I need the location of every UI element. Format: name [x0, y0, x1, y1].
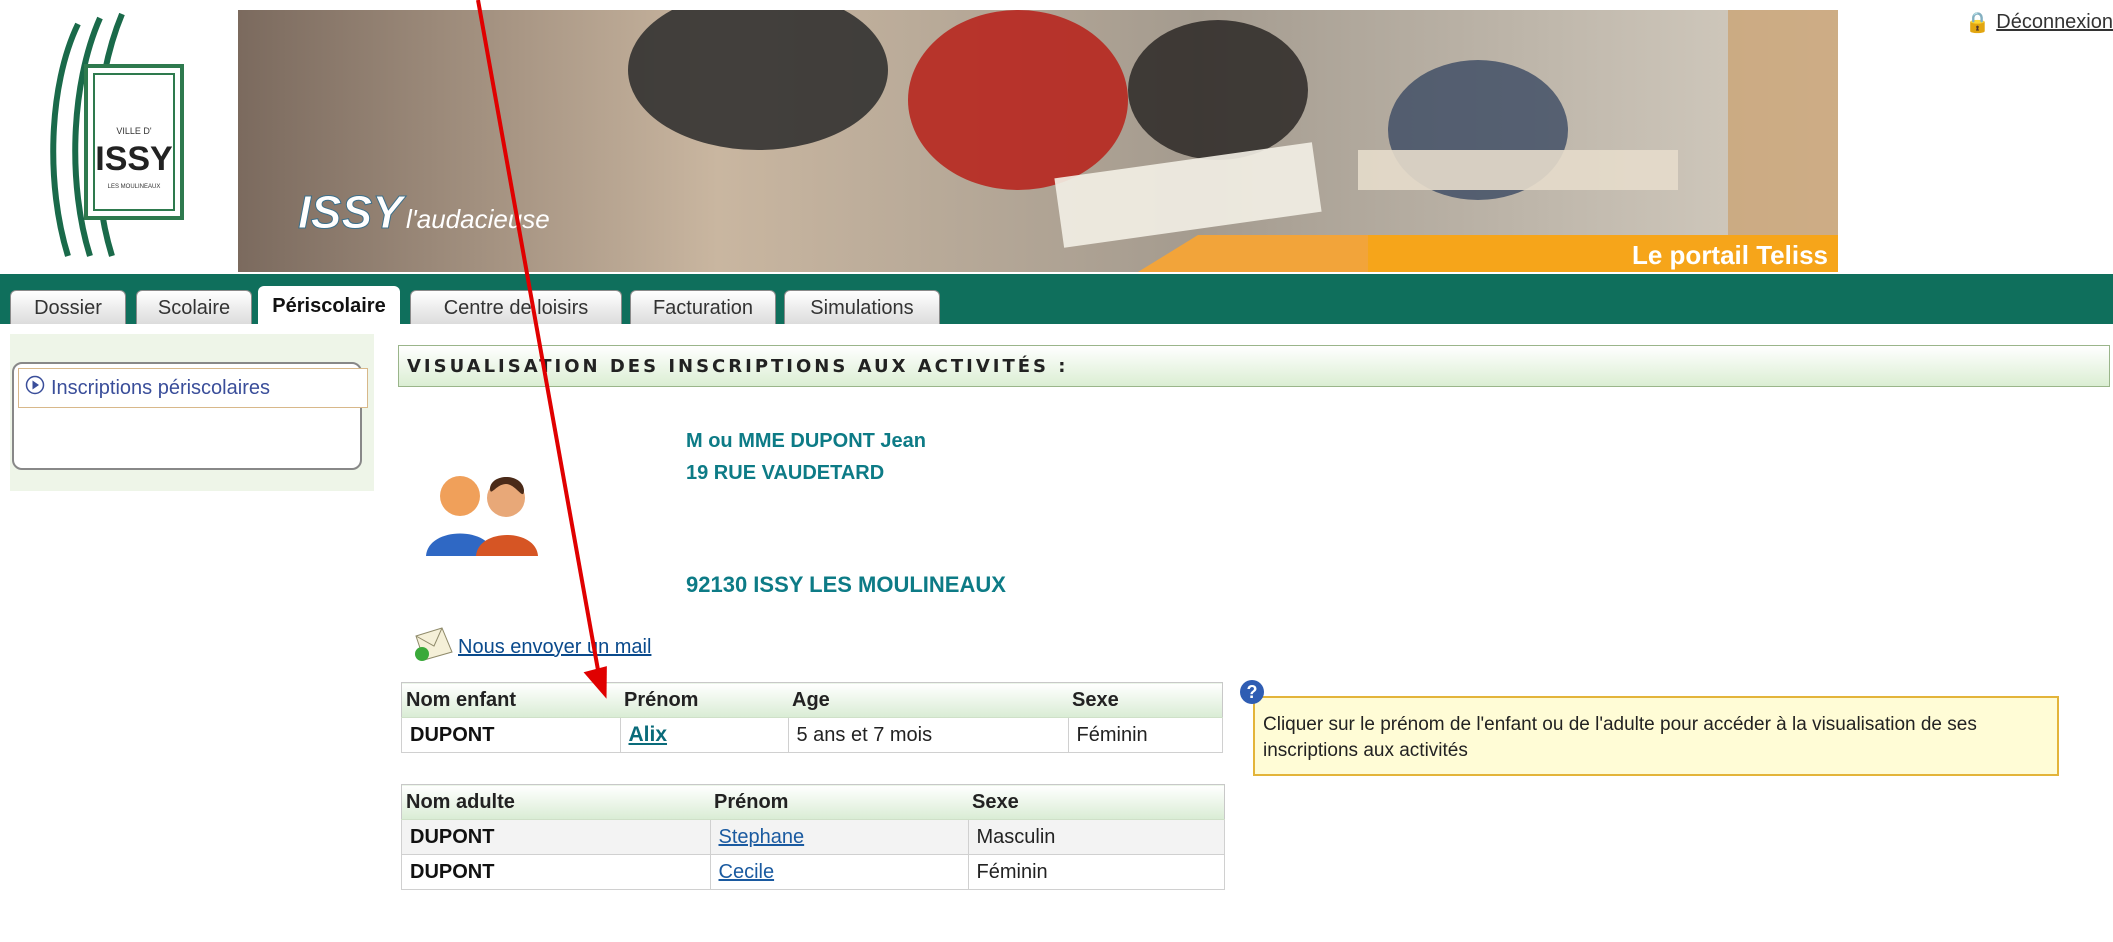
sidebar-item-inscriptions-periscolaires[interactable]: Inscriptions périscolaires: [18, 368, 368, 408]
users-icon: [420, 468, 550, 558]
col-prenom-adulte: Prénom: [710, 784, 968, 820]
help-icon[interactable]: ?: [1240, 680, 1264, 704]
slogan-text: l'audacieuse: [406, 204, 550, 234]
envelope-icon: [412, 626, 454, 668]
adults-table-header: Nom adulte Prénom Sexe: [401, 784, 1225, 820]
adult-sexe: Masculin: [967, 819, 1225, 855]
adult-nom: DUPONT: [401, 819, 711, 855]
logo-sub-text: LES MOULINEAUX: [108, 184, 161, 190]
col-nom-enfant: Nom enfant: [401, 682, 620, 718]
play-circle-icon: [25, 375, 45, 401]
parent-name: M ou MME DUPONT Jean: [686, 430, 927, 452]
table-row: DUPONT Cecile Féminin: [401, 854, 1225, 890]
header-banner: Le portail Teliss ISSY l'audacieuse: [238, 10, 1838, 272]
children-table-header: Nom enfant Prénom Age Sexe: [401, 682, 1223, 718]
address-line-1: 19 RUE VAUDETARD: [686, 462, 885, 484]
lock-icon: 🔒: [1965, 12, 1991, 34]
col-prenom: Prénom: [620, 682, 788, 718]
adult-prenom-link[interactable]: Cecile: [719, 861, 775, 883]
logo-small-text: VILLE D': [116, 126, 152, 136]
adult-sexe: Féminin: [967, 854, 1225, 890]
slogan-brand: ISSY: [298, 186, 407, 238]
city-logo: VILLE D' ISSY LES MOULINEAUX: [38, 6, 238, 268]
tab-periscolaire[interactable]: Périscolaire: [258, 286, 400, 326]
col-age: Age: [788, 682, 1068, 718]
help-tooltip: Cliquer sur le prénom de l'enfant ou de …: [1253, 696, 2059, 776]
child-prenom-link[interactable]: Alix: [629, 723, 668, 746]
page-title: VISUALISATION DES INSCRIPTIONS AUX ACTIV…: [407, 355, 1069, 377]
col-nom-adulte: Nom adulte: [401, 784, 710, 820]
child-nom: DUPONT: [401, 717, 621, 753]
help-text: Cliquer sur le prénom de l'enfant ou de …: [1263, 714, 1977, 761]
child-age: 5 ans et 7 mois: [787, 717, 1069, 753]
adult-nom: DUPONT: [401, 854, 711, 890]
logout-link[interactable]: 🔒 Déconnexion: [1965, 10, 2113, 35]
tab-scolaire[interactable]: Scolaire: [136, 290, 252, 324]
address-line-2: 92130 ISSY LES MOULINEAUX: [686, 572, 1006, 597]
adults-table: Nom adulte Prénom Sexe DUPONT Stephane M…: [401, 784, 1225, 890]
send-mail-link[interactable]: Nous envoyer un mail: [412, 626, 651, 668]
portal-title: Le portail Teliss: [1632, 240, 1828, 270]
adult-prenom-link[interactable]: Stephane: [719, 826, 805, 848]
send-mail-label[interactable]: Nous envoyer un mail: [458, 636, 651, 659]
tab-simulations[interactable]: Simulations: [784, 290, 940, 324]
child-sexe: Féminin: [1067, 717, 1223, 753]
sidebar: Inscriptions périscolaires: [10, 334, 374, 491]
logout-label[interactable]: Déconnexion: [1996, 11, 2113, 34]
logo-main-text: ISSY: [95, 140, 173, 178]
col-sexe-adulte: Sexe: [968, 784, 1225, 820]
children-table: Nom enfant Prénom Age Sexe DUPONT Alix 5…: [401, 682, 1223, 753]
tab-centre-de-loisirs[interactable]: Centre de loisirs: [410, 290, 622, 324]
sidebar-item-label: Inscriptions périscolaires: [51, 376, 270, 399]
table-row: DUPONT Stephane Masculin: [401, 819, 1225, 855]
tab-dossier[interactable]: Dossier: [10, 290, 126, 324]
table-row: DUPONT Alix 5 ans et 7 mois Féminin: [401, 717, 1223, 753]
col-sexe: Sexe: [1068, 682, 1223, 718]
tab-facturation[interactable]: Facturation: [630, 290, 776, 324]
page-title-bar: VISUALISATION DES INSCRIPTIONS AUX ACTIV…: [398, 345, 2110, 387]
